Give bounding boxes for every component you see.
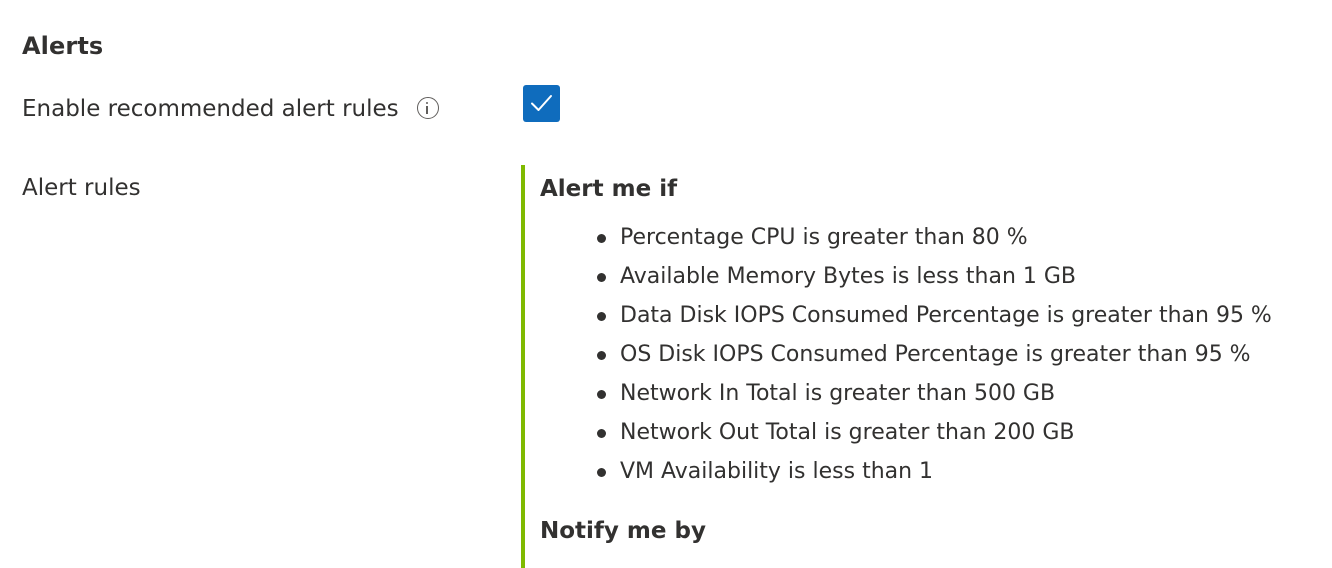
alert-rule-text: Network In Total is greater than 500 GB	[620, 381, 1056, 406]
alert-rule-text: VM Availability is less than 1	[620, 459, 934, 484]
bullet-icon	[597, 429, 606, 438]
enable-recommended-alert-rules-row: Enable recommended alert rules	[22, 96, 439, 122]
alert-rule-text: Percentage CPU is greater than 80 %	[620, 225, 1028, 250]
alert-rules-list: Percentage CPU is greater than 80 % Avail…	[525, 223, 1272, 496]
bullet-icon	[597, 390, 606, 399]
alert-rule-text: OS Disk IOPS Consumed Percentage is grea…	[620, 342, 1251, 367]
alert-rule-item: Available Memory Bytes is less than 1 GB	[525, 262, 1272, 301]
alert-rule-text: Available Memory Bytes is less than 1 GB	[620, 264, 1077, 289]
alert-rule-item: Network Out Total is greater than 200 GB	[525, 418, 1272, 457]
alert-rule-item: VM Availability is less than 1	[525, 457, 1272, 496]
alert-rule-item: Network In Total is greater than 500 GB	[525, 379, 1272, 418]
bullet-icon	[597, 468, 606, 477]
bullet-icon	[597, 351, 606, 360]
alert-rule-item: Percentage CPU is greater than 80 %	[525, 223, 1272, 262]
bullet-icon	[597, 273, 606, 282]
alert-rules-panel: Alert me if Percentage CPU is greater th…	[521, 165, 1321, 568]
checkmark-icon	[531, 95, 552, 111]
bullet-icon	[597, 234, 606, 243]
alert-rules-label: Alert rules	[22, 175, 141, 201]
alert-rule-text: Data Disk IOPS Consumed Percentage is gr…	[620, 303, 1272, 328]
info-icon[interactable]	[416, 97, 439, 119]
bullet-icon	[597, 312, 606, 321]
alert-rule-text: Network Out Total is greater than 200 GB	[620, 420, 1075, 445]
notify-me-by-heading: Notify me by	[540, 518, 706, 544]
alert-rule-item: Data Disk IOPS Consumed Percentage is gr…	[525, 301, 1272, 340]
enable-recommended-alert-rules-label: Enable recommended alert rules	[22, 96, 399, 122]
enable-recommended-alert-rules-checkbox[interactable]	[523, 85, 560, 122]
alert-me-if-heading: Alert me if	[540, 176, 678, 202]
alerts-section-title: Alerts	[22, 32, 104, 60]
alert-rule-item: OS Disk IOPS Consumed Percentage is grea…	[525, 340, 1272, 379]
